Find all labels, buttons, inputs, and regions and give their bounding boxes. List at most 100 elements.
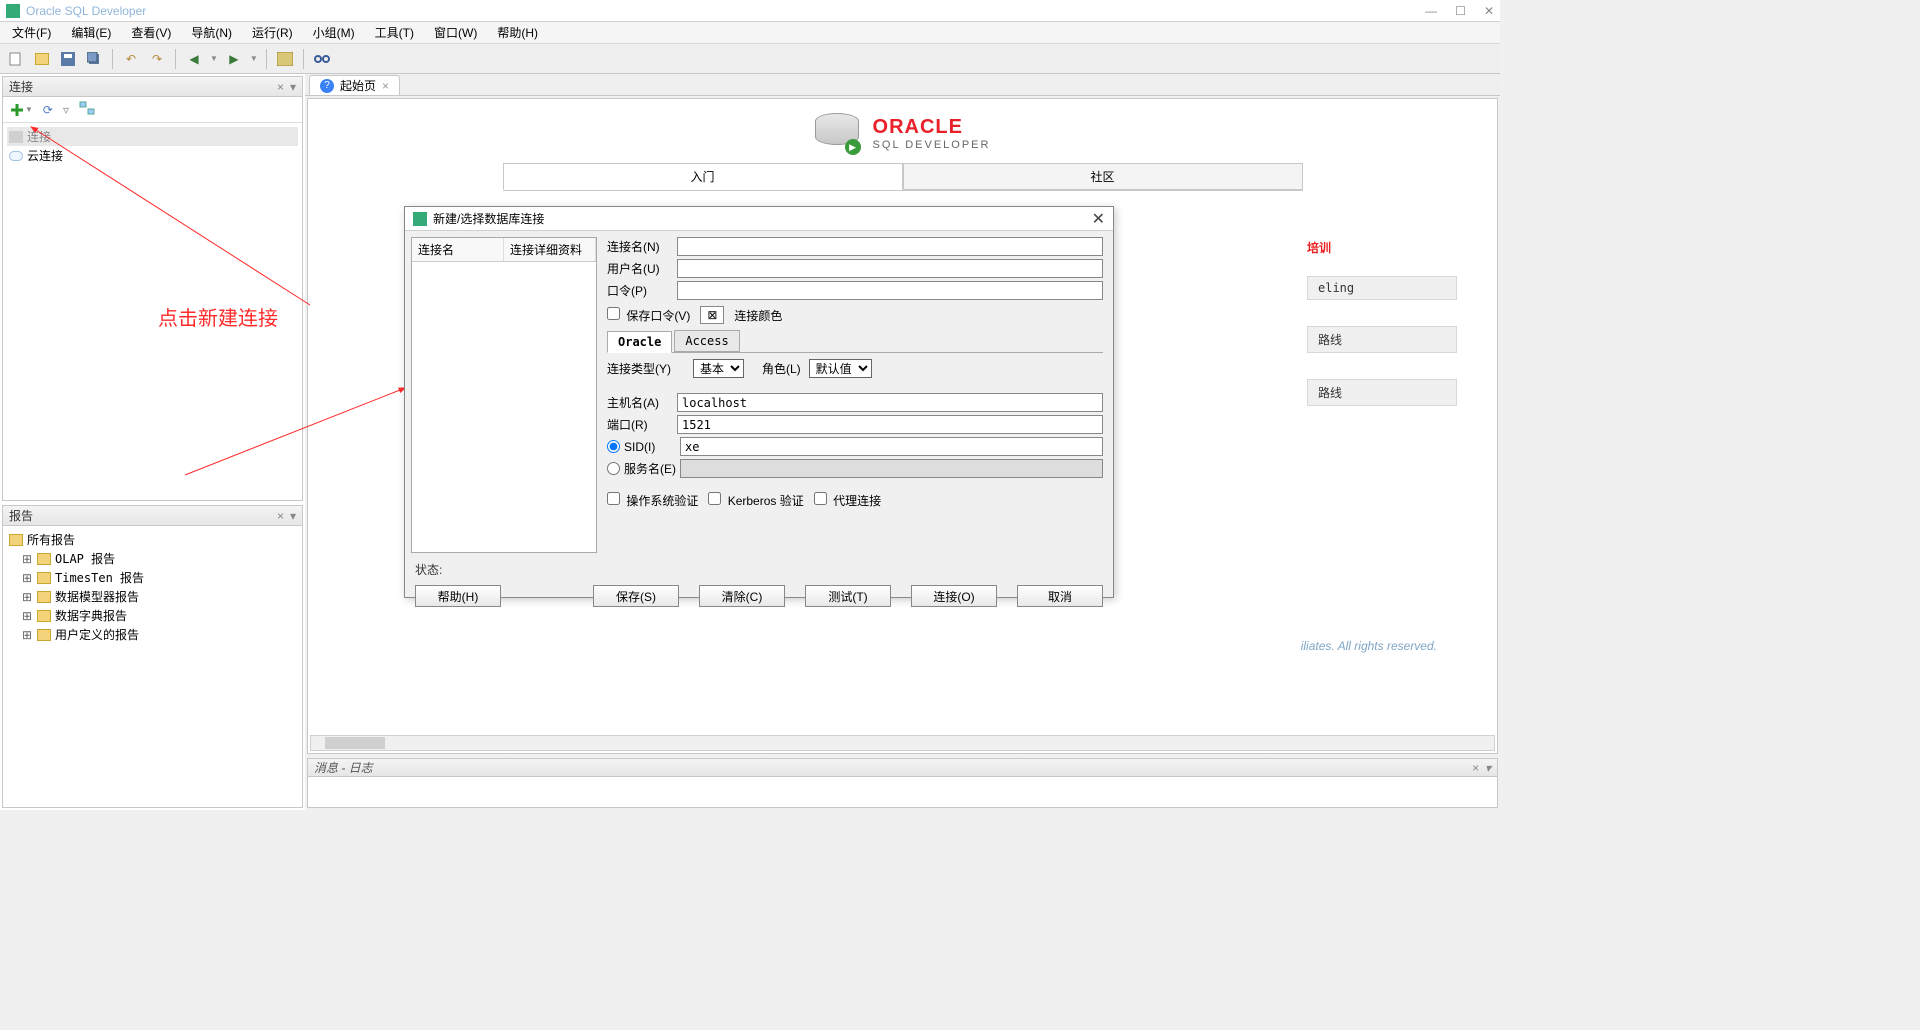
connection-list[interactable]: 连接名 连接详细资料	[411, 237, 597, 553]
left-sidebar: 连接 × ▾ ▼ ⟳ ▿ 连接 云连接	[0, 74, 305, 810]
panel-menu-icon[interactable]: ▾	[290, 80, 296, 94]
menu-view[interactable]: 查看(V)	[123, 22, 179, 43]
sid-input[interactable]	[680, 437, 1103, 456]
training-links: 培训 eling 路线 路线	[1307, 239, 1457, 432]
reports-panel-header: 报告 × ▾	[3, 506, 302, 526]
menu-bar: 文件(F) 编辑(E) 查看(V) 导航(N) 运行(R) 小组(M) 工具(T…	[0, 22, 1500, 44]
test-button[interactable]: 测试(T)	[805, 585, 891, 607]
undo-button[interactable]: ↶	[121, 49, 141, 69]
port-input[interactable]	[677, 415, 1103, 434]
label-port: 端口(R)	[607, 416, 677, 433]
connect-button[interactable]: 连接(O)	[911, 585, 997, 607]
password-input[interactable]	[677, 281, 1103, 300]
tree-modeler-reports[interactable]: ⊞ 数据模型器报告	[7, 587, 298, 606]
tree-cloud-connections[interactable]: 云连接	[7, 146, 298, 165]
role-select[interactable]: 默认值	[809, 359, 872, 378]
menu-run[interactable]: 运行(R)	[244, 22, 301, 43]
folder-icon	[9, 534, 23, 546]
tree-user-reports[interactable]: ⊞ 用户定义的报告	[7, 625, 298, 644]
maximize-button[interactable]: ☐	[1455, 4, 1466, 18]
find-button[interactable]	[312, 49, 332, 69]
tree-timesten-reports[interactable]: ⊞ TimesTen 报告	[7, 568, 298, 587]
tree-all-reports[interactable]: 所有报告	[7, 530, 298, 549]
save-password-checkbox[interactable]: 保存口令(V)	[607, 307, 690, 324]
tree-olap-reports[interactable]: ⊞ OLAP 报告	[7, 549, 298, 568]
expand-icon[interactable]: ⊞	[21, 552, 33, 566]
tab-access[interactable]: Access	[674, 330, 739, 352]
forward-button[interactable]: ▶	[224, 49, 244, 69]
kerberos-checkbox[interactable]: Kerberos 验证	[708, 492, 803, 509]
connections-panel: 连接 × ▾ ▼ ⟳ ▿ 连接 云连接	[2, 76, 303, 501]
sql-button[interactable]	[275, 49, 295, 69]
menu-team[interactable]: 小组(M)	[305, 22, 363, 43]
menu-help[interactable]: 帮助(H)	[489, 22, 546, 43]
training-link-3[interactable]: 路线	[1307, 379, 1457, 406]
back-button[interactable]: ◀	[184, 49, 204, 69]
filter-icon[interactable]: ▿	[63, 103, 69, 117]
panel-close-icon[interactable]: ×	[277, 509, 284, 523]
menu-tools[interactable]: 工具(T)	[367, 22, 422, 43]
expand-icon[interactable]: ⊞	[21, 590, 33, 604]
save-all-button[interactable]	[84, 49, 104, 69]
training-heading: 培训	[1307, 239, 1457, 256]
tab-close-icon[interactable]: ×	[382, 79, 389, 93]
connection-form: 连接名(N) 用户名(U) 口令(P) 保存口令(V) ⊠ 连接颜色 Oracl…	[603, 237, 1107, 553]
tree-dict-reports[interactable]: ⊞ 数据字典报告	[7, 606, 298, 625]
close-button[interactable]: ✕	[1484, 4, 1494, 18]
connections-toolbar: ▼ ⟳ ▿	[3, 97, 302, 123]
tab-oracle[interactable]: Oracle	[607, 331, 672, 353]
connection-name-input[interactable]	[677, 237, 1103, 256]
training-link-2[interactable]: 路线	[1307, 326, 1457, 353]
help-button[interactable]: 帮助(H)	[415, 585, 501, 607]
tree-connections-root[interactable]: 连接	[7, 127, 298, 146]
expand-icon[interactable]: ⊞	[21, 571, 33, 585]
redo-button[interactable]: ↷	[147, 49, 167, 69]
tab-getting-started[interactable]: 入门	[503, 163, 903, 190]
tab-community[interactable]: 社区	[903, 163, 1303, 190]
label-sid: SID(I)	[624, 440, 680, 454]
horizontal-scrollbar[interactable]	[310, 735, 1495, 751]
menu-edit[interactable]: 编辑(E)	[63, 22, 119, 43]
menu-file[interactable]: 文件(F)	[4, 22, 59, 43]
clear-button[interactable]: 清除(C)	[699, 585, 785, 607]
proxy-checkbox[interactable]: 代理连接	[814, 492, 881, 509]
minimize-button[interactable]: —	[1425, 4, 1437, 18]
col-connection-name: 连接名	[412, 238, 504, 261]
expand-icon[interactable]: ⊞	[21, 628, 33, 642]
panel-close-icon[interactable]: ×	[277, 80, 284, 94]
os-auth-checkbox[interactable]: 操作系统验证	[607, 492, 698, 509]
panel-menu-icon[interactable]: ▾	[290, 509, 296, 523]
username-input[interactable]	[677, 259, 1103, 278]
new-connection-button[interactable]: ▼	[9, 102, 33, 118]
dialog-close-button[interactable]: ✕	[1092, 209, 1105, 229]
expand-icon[interactable]: ⊞	[21, 609, 33, 623]
connection-type-select[interactable]: 基本	[693, 359, 744, 378]
tree-label: 用户定义的报告	[55, 626, 139, 643]
hostname-input[interactable]	[677, 393, 1103, 412]
panel-menu-icon[interactable]: ▾	[1485, 761, 1491, 775]
training-link-1[interactable]: eling	[1307, 276, 1457, 300]
panel-close-icon[interactable]: ×	[1472, 761, 1479, 775]
open-button[interactable]	[32, 49, 52, 69]
connections-panel-title: 连接	[9, 78, 33, 95]
save-button[interactable]	[58, 49, 78, 69]
new-button[interactable]	[6, 49, 26, 69]
connection-color-button[interactable]: ⊠	[700, 306, 724, 324]
window-title: Oracle SQL Developer	[26, 4, 146, 18]
save-button[interactable]: 保存(S)	[593, 585, 679, 607]
cancel-button[interactable]: 取消	[1017, 585, 1103, 607]
tree-label: TimesTen 报告	[55, 569, 144, 586]
folder-icon	[37, 553, 51, 565]
annotation-text: 点击新建连接	[158, 302, 278, 331]
help-icon: ?	[320, 79, 334, 93]
service-name-radio[interactable]	[607, 462, 620, 475]
tns-icon[interactable]	[79, 101, 95, 118]
refresh-icon[interactable]: ⟳	[43, 103, 53, 117]
sid-radio[interactable]	[607, 440, 620, 453]
menu-nav[interactable]: 导航(N)	[183, 22, 240, 43]
reports-panel-title: 报告	[9, 507, 33, 524]
label-hostname: 主机名(A)	[607, 394, 677, 411]
tab-start-page[interactable]: ? 起始页 ×	[309, 75, 400, 95]
menu-window[interactable]: 窗口(W)	[426, 22, 485, 43]
database-icon: ▶	[815, 113, 859, 153]
